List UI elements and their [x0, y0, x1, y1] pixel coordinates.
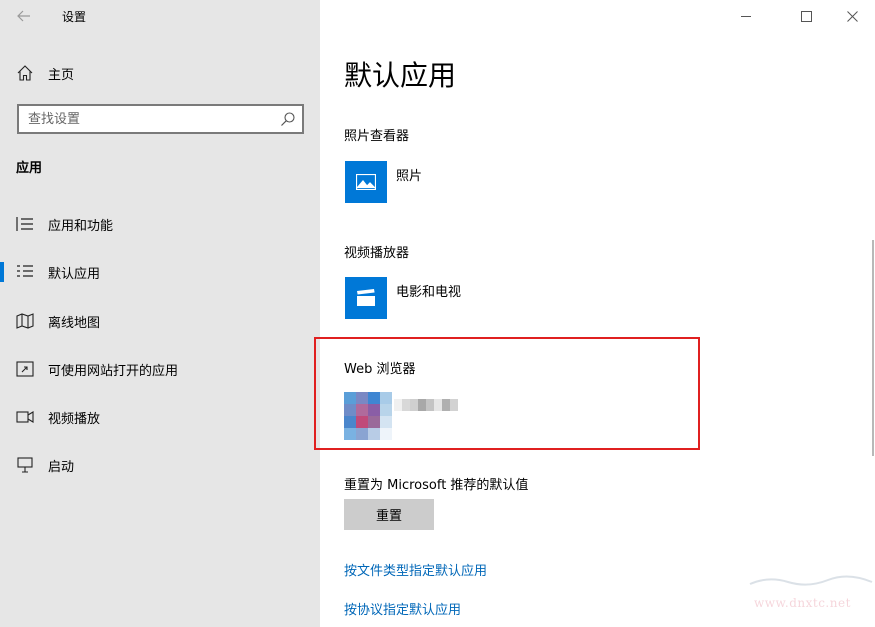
sidebar-item-apps-for-websites[interactable]: 可使用网站打开的应用 — [0, 351, 320, 387]
sidebar-item-video-playback[interactable]: 视频播放 — [0, 399, 320, 435]
search-input[interactable] — [28, 111, 268, 128]
watermark: www.dnxtc.net — [736, 566, 874, 624]
sidebar-item-apps-features[interactable]: 应用和功能 — [0, 206, 320, 242]
reset-button[interactable]: 重置 — [344, 499, 434, 530]
default-app-movies-tv[interactable] — [345, 277, 387, 319]
group-label-web-browser: Web 浏览器 — [344, 362, 416, 377]
sidebar-item-startup[interactable]: 启动 — [0, 447, 320, 483]
app-name-movies-tv: 电影和电视 — [396, 285, 462, 300]
link-default-by-file-type[interactable]: 按文件类型指定默认应用 — [344, 560, 487, 579]
search-box[interactable] — [17, 104, 304, 134]
photos-icon — [356, 174, 376, 190]
group-label-video-player: 视频播放器 — [344, 246, 410, 261]
sidebar-item-label: 默认应用 — [48, 266, 101, 282]
minimize-icon — [740, 15, 751, 17]
reset-label: 重置为 Microsoft 推荐的默认值 — [344, 478, 529, 493]
search-icon[interactable] — [280, 111, 296, 127]
close-icon — [846, 10, 858, 22]
window-title: 设置 — [62, 10, 87, 24]
sidebar-section-header: 应用 — [16, 161, 43, 176]
apps-list-icon — [16, 217, 33, 231]
watermark-url: www.dnxtc.net — [754, 596, 851, 610]
default-apps-icon — [17, 265, 33, 277]
startup-icon — [17, 457, 33, 473]
sidebar-item-offline-maps[interactable]: 离线地图 — [0, 303, 320, 339]
app-name-photos: 照片 — [396, 169, 423, 184]
offline-map-icon — [16, 313, 34, 329]
close-button[interactable] — [829, 0, 875, 32]
scrollbar-thumb[interactable] — [872, 240, 874, 456]
sidebar-item-label: 可使用网站打开的应用 — [48, 363, 179, 379]
sidebar-home-label: 主页 — [48, 67, 75, 83]
link-default-by-protocol[interactable]: 按协议指定默认应用 — [344, 599, 461, 618]
sidebar-item-label: 应用和功能 — [48, 218, 114, 234]
sidebar-item-home[interactable]: 主页 — [0, 58, 320, 88]
sidebar-item-label: 启动 — [48, 459, 75, 475]
video-playback-icon — [16, 411, 34, 423]
default-app-photos[interactable] — [345, 161, 387, 203]
sidebar-item-label: 离线地图 — [48, 315, 101, 331]
main-pane: 默认应用 照片查看器 照片 视频播放器 电影和电视 Web 浏览器 重置为 Mi… — [314, 0, 875, 627]
back-arrow-icon — [17, 10, 30, 22]
page-title: 默认应用 — [344, 59, 457, 92]
maximize-icon — [800, 10, 812, 22]
back-button[interactable] — [10, 4, 38, 28]
sidebar-item-default-apps[interactable]: 默认应用 — [0, 254, 320, 290]
sidebar: 设置 主页 应用 应用和功能 默认应用 离线地图 — [0, 0, 320, 627]
minimize-button[interactable] — [723, 0, 769, 32]
sidebar-item-label: 视频播放 — [48, 411, 101, 427]
home-icon — [17, 65, 33, 81]
browser-name-pixelated — [394, 399, 458, 411]
movies-tv-icon — [357, 289, 375, 306]
maximize-button[interactable] — [783, 0, 829, 32]
group-label-photo-viewer: 照片查看器 — [344, 129, 410, 144]
selection-indicator — [0, 262, 4, 282]
default-app-browser[interactable] — [344, 392, 392, 440]
watermark-logo-strokes — [748, 574, 874, 588]
web-open-icon — [16, 361, 34, 377]
